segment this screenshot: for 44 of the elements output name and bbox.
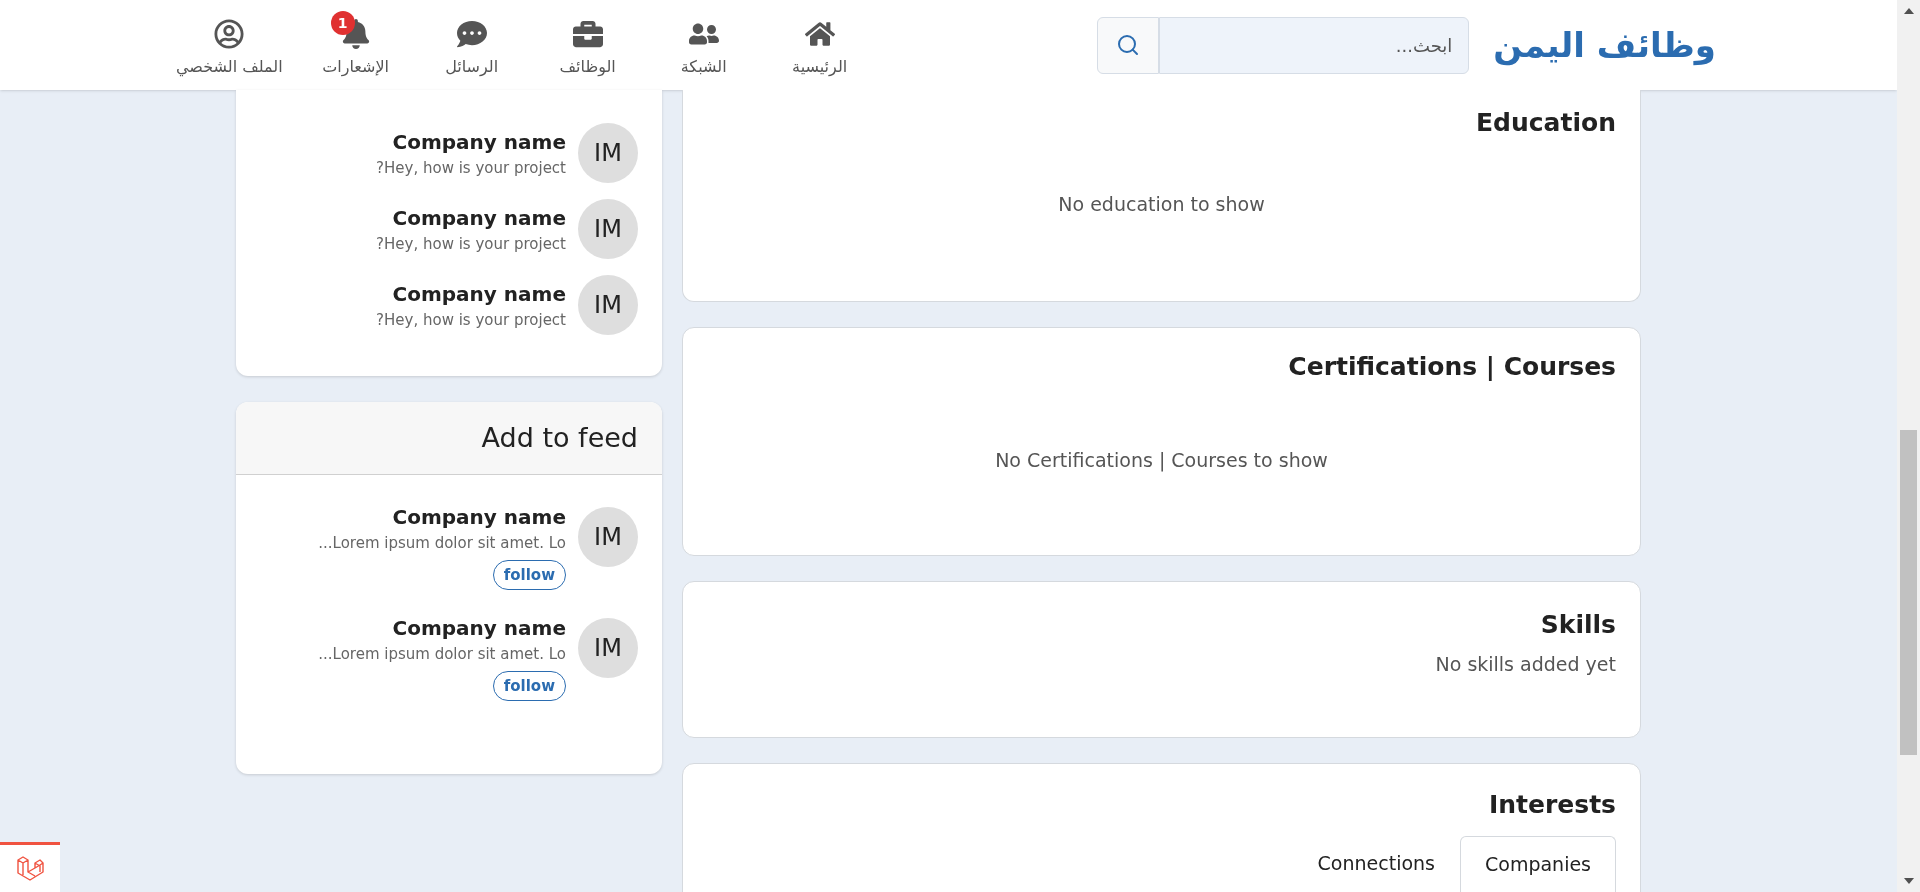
company-name: Company name — [392, 615, 566, 642]
nav-link[interactable]: الشبكة — [660, 11, 747, 79]
notification-badge: 1 — [330, 11, 355, 35]
company-name: Company name — [392, 280, 566, 308]
message-preview: ?Hey, how is your project — [376, 157, 566, 179]
tab[interactable]: Connections — [1292, 835, 1460, 892]
nav-link[interactable]: الرئيسية — [776, 11, 863, 79]
company-description: ...Lorem ipsum dolor sit amet. Lo — [318, 644, 566, 665]
nav-link[interactable]: الملف الشخصي — [176, 11, 283, 79]
search-button[interactable] — [1097, 16, 1160, 74]
nav-link[interactable]: الوظائف — [544, 11, 631, 79]
section-title: Interests — [1489, 789, 1616, 821]
section-title: Education — [1476, 107, 1617, 139]
scroll-up-arrow-icon[interactable] — [1903, 8, 1914, 14]
section-title: Certifications | Courses — [1288, 351, 1617, 383]
search-icon — [1116, 33, 1141, 57]
search-field[interactable]: ابحث... — [1159, 16, 1470, 74]
card-title: Add to feed — [481, 420, 638, 455]
scrollbar[interactable] — [1897, 0, 1920, 892]
scroll-down-arrow-icon[interactable] — [1903, 878, 1914, 884]
company-name: Company name — [392, 128, 566, 156]
briefcase-icon — [572, 19, 603, 49]
section-title: Skills — [1540, 609, 1616, 641]
site-logo[interactable]: وظائف اليمن — [1493, 19, 1716, 71]
empty-state-text: No Certifications | Courses to show — [995, 447, 1328, 474]
debug-toolbar-tab[interactable] — [0, 842, 60, 892]
avatar: IM — [578, 123, 638, 183]
company-name: Company name — [392, 204, 566, 232]
company-name: Company name — [392, 504, 566, 531]
avatar: IM — [578, 199, 638, 259]
house-icon — [804, 19, 835, 49]
message-preview: ?Hey, how is your project — [376, 309, 566, 331]
chat-bubble-icon — [456, 19, 487, 49]
avatar: IM — [578, 275, 638, 335]
avatar: IM — [578, 507, 638, 567]
company-description: ...Lorem ipsum dolor sit amet. Lo — [318, 533, 566, 554]
empty-state-text: No skills added yet — [1435, 651, 1616, 677]
message-preview: ?Hey, how is your project — [376, 233, 566, 255]
logo-icon — [16, 854, 44, 883]
nav-link[interactable]: الرسائل — [428, 11, 515, 79]
tab[interactable]: Companies — [1460, 835, 1616, 892]
scrollbar-thumb[interactable] — [1900, 430, 1917, 755]
avatar: IM — [578, 618, 638, 678]
empty-state-text: No education to show — [1058, 191, 1265, 217]
